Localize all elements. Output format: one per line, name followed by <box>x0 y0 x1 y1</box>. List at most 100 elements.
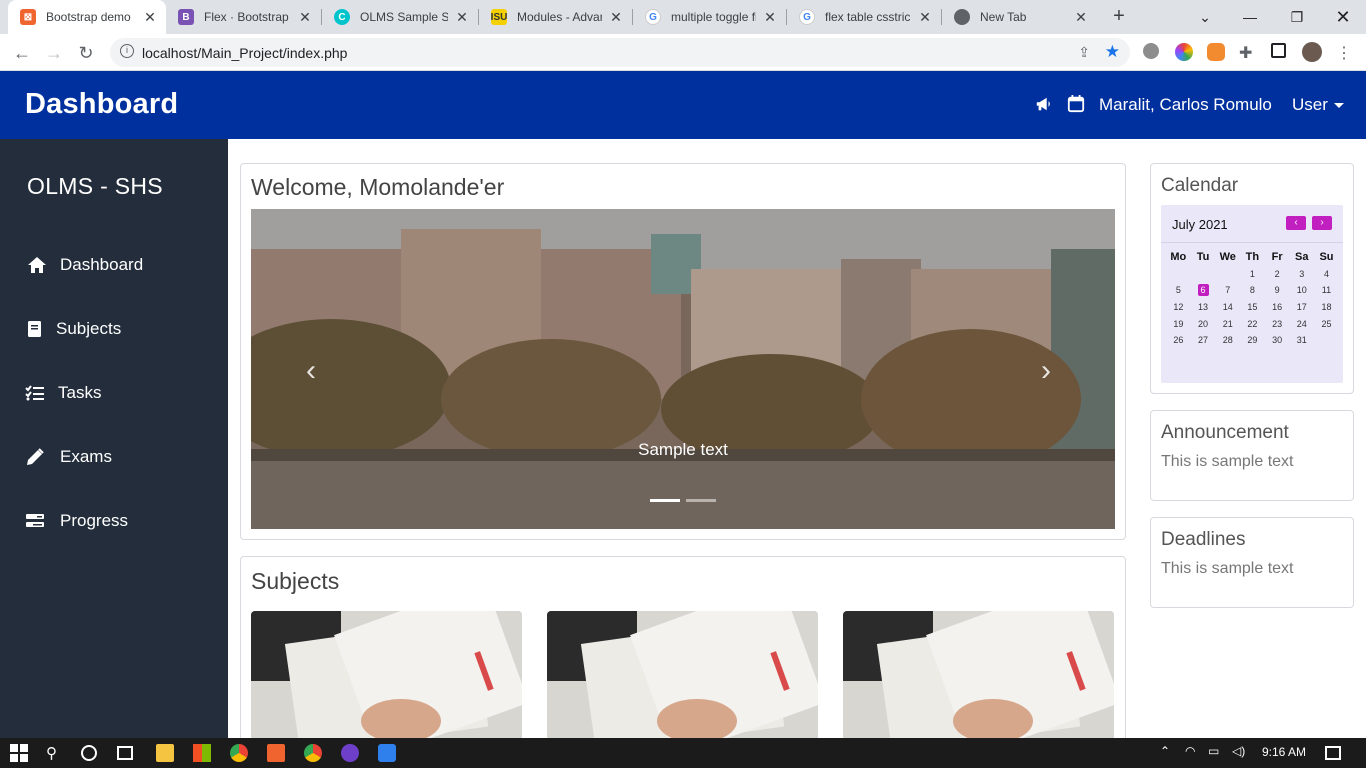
browser-tab[interactable]: G flex table csstrick ✕ <box>787 0 941 34</box>
carousel-indicator[interactable] <box>686 499 716 502</box>
reload-button[interactable]: ↻ <box>73 40 99 66</box>
chrome-icon[interactable] <box>230 744 248 762</box>
menu-icon[interactable]: ⋮ <box>1336 43 1354 62</box>
calendar-day[interactable]: 24 <box>1289 319 1314 329</box>
browser-tab[interactable]: G multiple toggle fi ✕ <box>633 0 786 34</box>
calendar-day[interactable]: 7 <box>1215 285 1240 295</box>
calendar-icon[interactable] <box>1067 95 1085 113</box>
browser-tab[interactable]: ISU Modules - Advan ✕ <box>479 0 632 34</box>
calendar-day[interactable]: 17 <box>1289 302 1314 312</box>
megaphone-icon[interactable] <box>1035 95 1053 113</box>
calendar-day[interactable]: 9 <box>1265 285 1290 295</box>
calendar-day[interactable]: 25 <box>1314 319 1339 329</box>
browser-tab[interactable]: B Flex · Bootstrap v ✕ <box>166 0 321 34</box>
subject-card[interactable] <box>843 611 1114 741</box>
calendar-day[interactable]: 31 <box>1289 335 1314 345</box>
wifi-icon[interactable]: ◠ <box>1185 744 1203 762</box>
sidebar-item-progress[interactable]: Progress <box>0 501 228 541</box>
profile-avatar[interactable] <box>1302 42 1322 62</box>
calendar-day[interactable]: 15 <box>1240 302 1265 312</box>
share-icon[interactable]: ⇪ <box>1078 44 1090 61</box>
chrome-active-icon[interactable] <box>304 744 322 762</box>
sidebar-item-subjects[interactable]: Subjects <box>0 309 228 349</box>
minimize-button[interactable]: — <box>1227 0 1273 34</box>
subject-card[interactable] <box>251 611 522 741</box>
windows-start-icon[interactable] <box>10 744 28 762</box>
close-icon[interactable]: ✕ <box>1073 9 1089 26</box>
sidebar-item-dashboard[interactable]: Dashboard <box>0 245 228 285</box>
calendar-day[interactable]: 22 <box>1240 319 1265 329</box>
calendar-day[interactable]: 23 <box>1265 319 1290 329</box>
calendar-day[interactable]: 14 <box>1215 302 1240 312</box>
calendar-day[interactable]: 1 <box>1240 269 1265 279</box>
extensions-puzzle-icon[interactable]: ✚ <box>1239 43 1257 62</box>
calendar-day[interactable]: 6 <box>1191 284 1216 297</box>
close-icon[interactable]: ✕ <box>917 9 933 26</box>
close-icon[interactable]: ✕ <box>297 9 313 26</box>
calendar-day[interactable]: 10 <box>1289 285 1314 295</box>
calendar-day[interactable]: 18 <box>1314 302 1339 312</box>
github-desktop-icon[interactable] <box>341 744 359 762</box>
battery-icon[interactable]: ▭ <box>1208 744 1226 762</box>
chevron-up-icon[interactable]: ⌃ <box>1160 744 1178 762</box>
tab-search-icon[interactable]: ⌄ <box>1182 0 1228 34</box>
calendar-day[interactable]: 21 <box>1215 319 1240 329</box>
carousel-indicator[interactable] <box>650 499 680 502</box>
close-icon[interactable]: ✕ <box>142 9 158 26</box>
extension-orange-icon[interactable] <box>1207 43 1225 61</box>
browser-tab[interactable]: New Tab ✕ <box>942 0 1097 34</box>
cortana-icon[interactable] <box>81 745 97 761</box>
notifications-icon[interactable] <box>1325 746 1341 760</box>
calendar-day[interactable]: 12 <box>1166 302 1191 312</box>
calendar-day[interactable]: 29 <box>1240 335 1265 345</box>
calendar-day[interactable]: 11 <box>1314 285 1339 295</box>
calendar-day[interactable]: 5 <box>1166 285 1191 295</box>
browser-tab[interactable]: C OLMS Sample Stu ✕ <box>322 0 478 34</box>
task-view-icon[interactable] <box>117 746 133 760</box>
calendar-day[interactable]: 3 <box>1289 269 1314 279</box>
vscode-icon[interactable] <box>378 744 396 762</box>
calendar-day[interactable]: 13 <box>1191 302 1216 312</box>
calendar-day[interactable]: 28 <box>1215 335 1240 345</box>
calendar-day[interactable]: 2 <box>1265 269 1290 279</box>
calendar-day[interactable]: 27 <box>1191 335 1216 345</box>
store-icon[interactable] <box>193 744 211 762</box>
info-icon[interactable]: i <box>120 44 134 58</box>
close-window-button[interactable]: ✕ <box>1320 0 1366 34</box>
calendar-day[interactable]: 26 <box>1166 335 1191 345</box>
carousel-prev-icon[interactable]: ‹ <box>306 354 316 388</box>
calendar-day[interactable]: 8 <box>1240 285 1265 295</box>
subject-image <box>251 611 522 741</box>
calendar-prev-button[interactable]: ‹ <box>1286 216 1306 230</box>
sidebar-item-exams[interactable]: Exams <box>0 437 228 477</box>
search-icon[interactable]: ⚲ <box>46 744 64 762</box>
close-icon[interactable]: ✕ <box>762 9 778 26</box>
sidebar-item-tasks[interactable]: Tasks <box>0 373 228 413</box>
extension-color-icon[interactable] <box>1175 43 1193 61</box>
browser-tab[interactable]: ⊠ Bootstrap demo ✕ <box>8 0 166 34</box>
bootstrap-app-icon[interactable] <box>267 744 285 762</box>
calendar-day[interactable]: 4 <box>1314 269 1339 279</box>
extension-bug-icon[interactable] <box>1143 43 1159 59</box>
back-button[interactable]: ← <box>9 40 35 66</box>
new-tab-button[interactable]: + <box>1108 6 1130 28</box>
close-icon[interactable]: ✕ <box>454 9 470 26</box>
calendar-next-button[interactable]: › <box>1312 216 1332 230</box>
announcement-title: Announcement <box>1161 422 1289 443</box>
calendar-day[interactable]: 19 <box>1166 319 1191 329</box>
volume-icon[interactable]: ◁) <box>1232 744 1250 762</box>
file-explorer-icon[interactable] <box>156 744 174 762</box>
calendar-day[interactable]: 30 <box>1265 335 1290 345</box>
restore-button[interactable]: ❐ <box>1274 0 1320 34</box>
forward-button[interactable]: → <box>41 40 67 66</box>
calendar-day[interactable]: 20 <box>1191 319 1216 329</box>
user-menu-dropdown[interactable]: User <box>1292 95 1344 115</box>
url-field[interactable]: i localhost/Main_Project/index.php ⇪ ★ <box>110 38 1130 67</box>
close-icon[interactable]: ✕ <box>608 9 624 26</box>
bookmark-star-icon[interactable]: ★ <box>1105 42 1120 62</box>
calendar-day[interactable]: 16 <box>1265 302 1290 312</box>
carousel-next-icon[interactable]: › <box>1041 354 1051 388</box>
subject-card[interactable] <box>547 611 818 741</box>
system-clock[interactable]: 9:16 AM <box>1262 745 1306 759</box>
side-panel-icon[interactable] <box>1271 43 1286 58</box>
